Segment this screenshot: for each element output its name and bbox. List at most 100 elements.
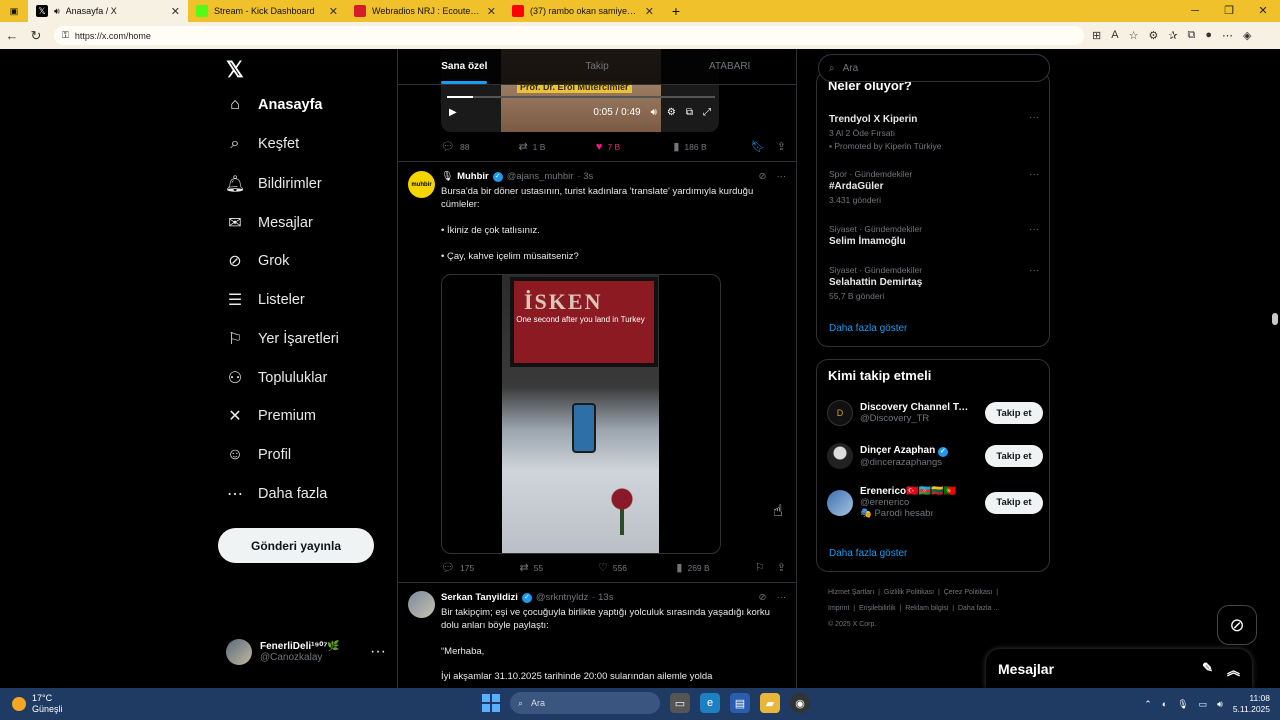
favorites-icon[interactable]: ✰ [1168, 29, 1177, 42]
footer-link[interactable]: Daha fazla ... [958, 605, 999, 612]
show-hidden-icons[interactable]: ⌃ [1144, 699, 1152, 710]
nav-grok[interactable]: ⊘ Grok [226, 252, 289, 270]
app-tray-icon[interactable]: ◐ [1162, 699, 1167, 709]
weather-widget[interactable]: 17°C Güneşli [0, 693, 200, 715]
follow-button[interactable]: Takip et [985, 491, 1043, 514]
nav-profile[interactable]: ☺ Profil [226, 446, 291, 464]
footer-link[interactable]: Gizlilik Politikası [884, 589, 934, 596]
nav-explore[interactable]: ⌕ Keşfet [226, 135, 300, 153]
nav-bookmarks[interactable]: ⚐ Yer İşaretleri [226, 330, 339, 348]
close-tab-icon[interactable]: ✕ [487, 5, 496, 18]
close-tab-icon[interactable]: ✕ [645, 5, 654, 18]
copilot-icon[interactable]: ◈ [1243, 29, 1251, 42]
footer-link[interactable]: Imprint [828, 605, 849, 612]
start-menu-icon[interactable] [482, 694, 500, 712]
share-icon[interactable]: ⇪ [777, 140, 786, 153]
site-info-icon[interactable]: ⚿ [62, 30, 69, 41]
minimize-icon[interactable]: ─ [1178, 0, 1212, 22]
profile-icon[interactable]: ● [1205, 29, 1212, 42]
account-switcher[interactable]: FenerliDeli¹⁹⁰⁷🌿 @Canozkalay ··· [226, 639, 386, 665]
grok-icon[interactable]: ⊘ [759, 171, 767, 182]
show-more-trends-link[interactable]: Daha fazla göster [829, 323, 907, 334]
bookmark-icon[interactable]: ⚐ [755, 561, 765, 574]
nav-premium[interactable]: ✕ Premium [226, 407, 316, 425]
author-handle[interactable]: @srkntnyldz [536, 592, 588, 603]
app-available-icon[interactable]: ⊞ [1092, 29, 1101, 42]
repost-button[interactable]: ⇄ 1 B [518, 140, 595, 153]
back-icon[interactable]: ← [0, 28, 24, 43]
browser-tab-0[interactable]: 𝕏 🔊︎ Anasayfa / X ✕ [28, 0, 188, 22]
steam-icon[interactable]: ◉ [790, 693, 810, 713]
fullscreen-icon[interactable]: ⤢ [703, 107, 711, 118]
more-dots-icon[interactable]: ··· [1029, 265, 1039, 276]
expand-chevron-icon[interactable]: ︽ [1227, 660, 1240, 679]
url-field[interactable]: ⚿ https://x.com/home [54, 26, 1084, 45]
more-dots-icon[interactable]: ··· [1029, 224, 1039, 235]
repost-button[interactable]: ⇄ 55 [519, 561, 597, 574]
author-handle[interactable]: @ajans_muhbir [507, 171, 574, 182]
like-button[interactable]: ♡ 556 [598, 561, 676, 574]
avatar[interactable]: muhbir [408, 171, 435, 198]
tab-atabari[interactable]: ATABARI [663, 49, 796, 84]
video-progress-bar[interactable] [447, 96, 715, 98]
show-more-who-link[interactable]: Daha fazla göster [829, 548, 907, 559]
menu-dots-icon[interactable]: ⋯ [1222, 29, 1233, 42]
follow-button[interactable]: Takip et [985, 445, 1043, 467]
trend-item[interactable]: Trendyol X Kiperin 3 Al 2 Öde Fırsatı ▪ … [829, 112, 1039, 151]
follow-suggestion[interactable]: D Discovery Channel Tu... @Discovery_TR … [827, 400, 1043, 426]
play-icon[interactable]: ▶ [449, 107, 457, 118]
nav-messages[interactable]: ✉ Mesajlar [226, 214, 313, 232]
taskbar-search[interactable]: ⌕ Ara [510, 692, 660, 714]
messages-drawer[interactable]: Mesajlar ✎ ︽ [986, 649, 1252, 688]
post-time[interactable]: · 13s [592, 592, 613, 603]
author-name[interactable]: Serkan Tanyildizi [441, 592, 518, 603]
reply-button[interactable]: 💬︎ 175 [441, 561, 519, 574]
close-tab-icon[interactable]: ✕ [329, 5, 338, 18]
tab-for-you[interactable]: Sana özel [398, 49, 531, 84]
post-video[interactable]: İSKEN One second after you land in Turke… [441, 274, 721, 554]
reply-button[interactable]: 💬︎ 88 [441, 140, 518, 153]
refresh-icon[interactable]: ↻ [24, 28, 48, 44]
clock[interactable]: 11:08 5.11.2025 [1233, 693, 1270, 715]
page-scrollbar[interactable] [1272, 101, 1278, 688]
more-dots-icon[interactable]: ··· [777, 171, 787, 182]
follow-suggestion[interactable]: Dinçer Azaphan ✓ @dincerazaphangs Takip … [827, 443, 1043, 469]
speaker-icon[interactable]: 🔊︎ [1217, 699, 1223, 710]
network-icon[interactable]: ▭ [1199, 699, 1208, 710]
settings-icon[interactable]: ⚙ [667, 107, 676, 118]
browser-tab-2[interactable]: Webradios NRJ : Ecoute en direct ✕ [346, 0, 504, 22]
more-dots-icon[interactable]: ··· [1029, 169, 1039, 180]
nav-lists[interactable]: ☰ Listeler [226, 291, 305, 309]
post-time[interactable]: · 3s [577, 171, 593, 182]
footer-link[interactable]: Çerez Politikası [944, 589, 993, 596]
post-serkan[interactable]: Serkan Tanyildizi ✓ @srkntnyldz · 13s ⊘ ·… [398, 582, 796, 688]
bookmark-filled-icon[interactable]: 🔖︎ [751, 140, 765, 153]
maximize-icon[interactable]: ❐ [1212, 0, 1246, 22]
read-aloud-icon[interactable]: A [1111, 29, 1118, 42]
trend-item[interactable]: Siyaset · Gündemdekiler Selim İmamoğlu ·… [829, 224, 1039, 247]
close-window-icon[interactable]: ✕ [1246, 0, 1280, 22]
post-muhbir[interactable]: muhbir 🎙︎ Muhbir ✓ @ajans_muhbir · 3s ⊘ ·… [398, 161, 796, 583]
post-button[interactable]: Gönderi yayınla [218, 528, 374, 563]
footer-link[interactable]: Erişilebilirlik [859, 605, 896, 612]
like-button[interactable]: ♥ 7 B [596, 141, 673, 153]
edge-icon[interactable]: e [700, 693, 720, 713]
author-name[interactable]: Muhbir [457, 171, 489, 182]
grok-icon[interactable]: ⊘ [759, 592, 767, 603]
browser-tab-1[interactable]: Stream - Kick Dashboard ✕ [188, 0, 346, 22]
collections-icon[interactable]: ⧉ [1188, 29, 1196, 42]
follow-button[interactable]: Takip et [985, 402, 1043, 424]
favorite-star-icon[interactable]: ☆ [1129, 29, 1139, 42]
store-icon[interactable]: ▤ [730, 693, 750, 713]
close-tab-icon[interactable]: ✕ [171, 5, 180, 18]
footer-link[interactable]: Hizmet Şartları [828, 589, 874, 596]
new-tab-button[interactable]: + [662, 0, 690, 22]
new-message-icon[interactable]: ✎ [1202, 660, 1213, 679]
task-view-icon[interactable]: ▭ [670, 693, 690, 713]
avatar[interactable] [408, 591, 435, 618]
pip-icon[interactable]: ⧉ [686, 107, 693, 118]
nav-home[interactable]: ⌂ Anasayfa [226, 96, 322, 114]
tab-following[interactable]: Takip [531, 49, 664, 84]
microphone-icon[interactable]: 🎙︎ [1177, 699, 1188, 710]
footer-link[interactable]: Reklam bilgisi [905, 605, 948, 612]
